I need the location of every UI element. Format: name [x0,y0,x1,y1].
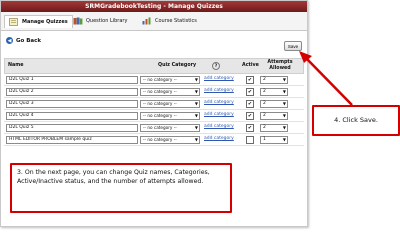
category-select[interactable]: -- no category -- ▼ [140,100,200,108]
add-category-link[interactable]: add category [204,76,234,81]
add-category-link[interactable]: add category [204,112,234,117]
category-value: -- no category -- [143,89,177,94]
attempts-value: 2 [263,125,266,130]
chevron-down-icon: ▼ [194,125,198,130]
attempts-select[interactable]: 2 ▼ [260,112,288,120]
category-select[interactable]: -- no category -- ▼ [140,136,200,144]
table-row: D2L Quiz 4 -- no category -- ▼ add catego… [4,110,304,122]
category-select[interactable]: -- no category -- ▼ [140,124,200,132]
category-value: -- no category -- [143,137,177,142]
question-library-icon [73,17,83,25]
chevron-down-icon: ▼ [282,137,286,142]
quiz-name-input[interactable]: D2L Quiz 4 [6,112,138,120]
chevron-down-icon: ▼ [282,113,286,118]
attempts-value: 2 [263,101,266,106]
table-header: Name Quiz Category ? Active Attempts All… [4,58,304,74]
attempts-value: 2 [263,113,266,118]
tab-label: Course Statistics [155,18,197,24]
attempts-value: 1 [263,137,266,142]
active-checkbox[interactable]: ✔ [246,124,254,132]
tab-question-library[interactable]: Question Library [73,15,127,27]
attempts-select[interactable]: 2 ▼ [260,76,288,84]
attempts-select[interactable]: 2 ▼ [260,100,288,108]
table-row: D2L Quiz 1 -- no category -- ▼ add catego… [4,74,304,86]
active-checkbox[interactable] [246,136,254,144]
go-back-link[interactable]: ◀ Go Back [6,37,41,44]
attempts-select[interactable]: 2 ▼ [260,124,288,132]
quiz-name-input[interactable]: HTML EDITOR PROBLEM sample quiz [6,136,138,144]
manage-quizzes-icon [9,18,18,26]
tab-bar: Manage Quizzes Question Library Course S… [1,12,307,31]
help-icon[interactable]: ? [212,62,220,70]
attempts-select[interactable]: 2 ▼ [260,88,288,96]
add-category-link[interactable]: add category [204,136,234,141]
callout-step-4: 4. Click Save. [312,105,400,136]
attempts-value: 2 [263,89,266,94]
chevron-down-icon: ▼ [194,77,198,82]
chevron-down-icon: ▼ [194,113,198,118]
table-row: D2L Quiz 2 -- no category -- ▼ add catego… [4,86,304,98]
quiz-name-input[interactable]: D2L Quiz 5 [6,124,138,132]
tab-label: Question Library [86,18,128,24]
category-value: -- no category -- [143,77,177,82]
attempts-value: 2 [263,77,266,82]
tab-manage-quizzes[interactable]: Manage Quizzes [4,15,73,28]
category-value: -- no category -- [143,113,177,118]
save-button[interactable]: Save [284,41,302,51]
active-checkbox[interactable]: ✔ [246,112,254,120]
tab-course-statistics[interactable]: Course Statistics [142,15,197,27]
window-title: SRMGradebookTesting - Manage Quizzes [1,1,307,12]
attempts-select[interactable]: 1 ▼ [260,136,288,144]
active-checkbox[interactable]: ✔ [246,88,254,96]
header-name: Name [8,63,24,68]
callout-step-3: 3. On the next page, you can change Quiz… [10,163,232,213]
tab-label: Manage Quizzes [22,19,68,25]
go-back-label: Go Back [16,37,42,44]
chevron-down-icon: ▼ [194,101,198,106]
category-select[interactable]: -- no category -- ▼ [140,76,200,84]
header-attempts: Attempts Allowed [267,60,293,71]
category-select[interactable]: -- no category -- ▼ [140,88,200,96]
active-checkbox[interactable]: ✔ [246,100,254,108]
add-category-link[interactable]: add category [204,100,234,105]
chevron-down-icon: ▼ [282,77,286,82]
header-category: Quiz Category [158,63,197,68]
active-checkbox[interactable]: ✔ [246,76,254,84]
table-row: D2L Quiz 5 -- no category -- ▼ add catego… [4,122,304,134]
quiz-name-input[interactable]: D2L Quiz 2 [6,88,138,96]
table-row: D2L Quiz 3 -- no category -- ▼ add catego… [4,98,304,110]
back-arrow-icon: ◀ [6,37,13,44]
chevron-down-icon: ▼ [194,137,198,142]
category-select[interactable]: -- no category -- ▼ [140,112,200,120]
chevron-down-icon: ▼ [282,101,286,106]
header-active: Active [242,63,259,68]
chevron-down-icon: ▼ [282,125,286,130]
table-row: HTML EDITOR PROBLEM sample quiz -- no ca… [4,134,304,146]
category-value: -- no category -- [143,125,177,130]
chevron-down-icon: ▼ [194,89,198,94]
course-statistics-icon [142,17,151,25]
quiz-name-input[interactable]: D2L Quiz 3 [6,100,138,108]
add-category-link[interactable]: add category [204,124,234,129]
add-category-link[interactable]: add category [204,88,234,93]
quiz-table: Name Quiz Category ? Active Attempts All… [4,58,304,146]
quiz-name-input[interactable]: D2L Quiz 1 [6,76,138,84]
chevron-down-icon: ▼ [282,89,286,94]
category-value: -- no category -- [143,101,177,106]
